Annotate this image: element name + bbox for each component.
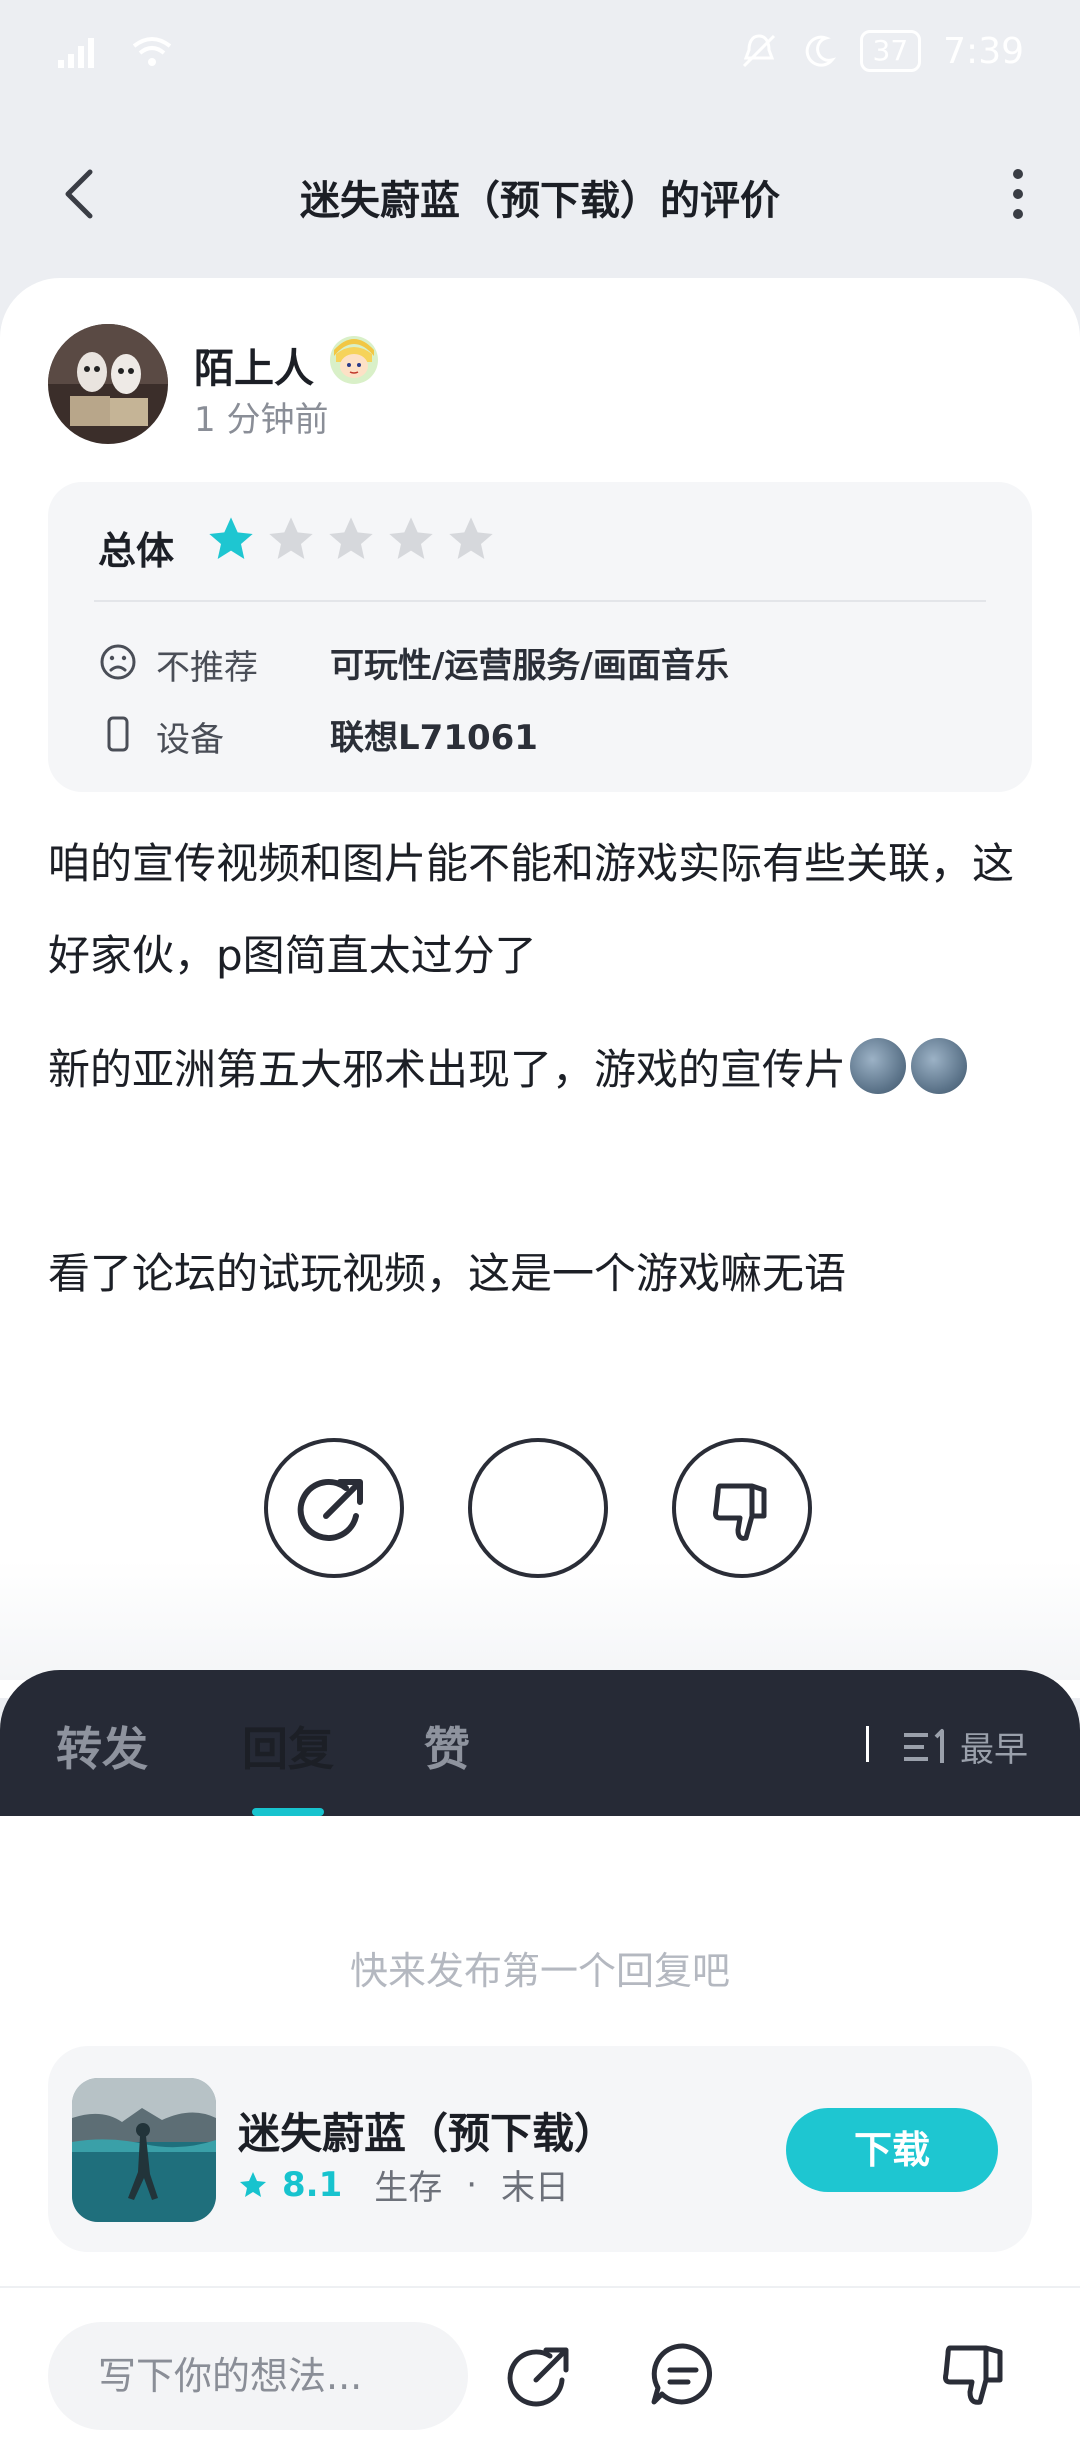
review-paragraph: 咱的宣传视频和图片能不能和游戏实际有些关联，这好家伙，p图简直太过分了 — [48, 839, 1015, 980]
star-empty-icon — [389, 517, 433, 559]
sad-face-icon — [100, 644, 136, 680]
star-empty-icon — [449, 517, 493, 559]
share-icon[interactable] — [506, 2340, 576, 2410]
star-rating — [206, 514, 496, 564]
device-label: 设备 — [156, 720, 224, 760]
tab-likes[interactable]: 赞 — [424, 1713, 470, 1779]
sort-separator — [866, 1726, 869, 1762]
rating-divider — [94, 600, 986, 602]
comment-icon[interactable] — [648, 2340, 718, 2410]
tab-repost[interactable]: 转发 — [56, 1713, 148, 1779]
page-title: 迷失蔚蓝（预下载）的评价 — [300, 178, 780, 224]
share-button[interactable] — [264, 1438, 404, 1578]
moon-icon — [805, 35, 836, 67]
sort-label: 最早 — [960, 1730, 1028, 1770]
top-nav: 迷失蔚蓝（预下载）的评价 — [0, 110, 1080, 280]
review-paragraph: 新的亚洲第五大邪术出现了，游戏的宣传片 — [48, 1024, 1032, 1116]
star-icon — [240, 2171, 266, 2197]
app-name[interactable]: 迷失蔚蓝（预下载） — [238, 2100, 616, 2161]
username[interactable]: 陌上人 — [194, 336, 314, 394]
star-empty-icon — [329, 517, 373, 559]
moon-face-emoji — [911, 1038, 968, 1094]
sort-order-icon — [904, 1728, 944, 1763]
wifi-icon — [132, 37, 172, 66]
phone-icon — [107, 716, 129, 752]
thumbs-down-icon[interactable] — [940, 2340, 1010, 2410]
recommend-tags: 可玩性/运营服务/画面音乐 — [330, 646, 729, 686]
app-icon[interactable] — [72, 2078, 216, 2222]
mute-icon — [742, 34, 775, 68]
app-score: 8.1 — [282, 2164, 343, 2205]
overall-rating-label: 总体 — [98, 529, 175, 573]
clock: 7:39 — [943, 30, 1024, 72]
star-filled-icon — [209, 517, 253, 559]
moon-face-emoji — [850, 1038, 907, 1094]
download-button[interactable]: 下载 — [786, 2108, 998, 2192]
signal-icon — [58, 38, 94, 68]
review-paragraph: 看了论坛的试玩视频，这是一个游戏嘛无语 — [48, 1249, 847, 1298]
active-tab-indicator — [252, 1808, 324, 1816]
like-button[interactable] — [468, 1438, 608, 1578]
review-time: 1 分钟前 — [194, 400, 329, 440]
app-tag: 末日 — [501, 2168, 570, 2208]
more-options-icon[interactable] — [1006, 162, 1030, 226]
review-paragraph-text: 新的亚洲第五大邪术出现了，游戏的宣传片 — [48, 1045, 847, 1094]
card-fade — [0, 1560, 1080, 1680]
battery-indicator: 37 — [859, 30, 922, 72]
sort-toggle[interactable]: 最早 — [902, 1722, 1028, 1771]
app-meta: 8.1 生存 · 末日 — [238, 2160, 569, 2209]
dislike-button[interactable] — [672, 1438, 812, 1578]
comment-input[interactable] — [48, 2322, 468, 2430]
share-icon — [297, 1479, 363, 1541]
app-tag: 生存 — [374, 2168, 443, 2208]
device-value: 联想L71061 — [330, 718, 538, 758]
avatar[interactable] — [48, 324, 168, 444]
star-empty-icon — [269, 517, 313, 559]
user-badge-icon — [330, 336, 378, 384]
status-bar: 37 7:39 — [0, 0, 1080, 110]
tag-separator: · — [466, 2164, 478, 2205]
recommend-label: 不推荐 — [156, 648, 258, 688]
thumbs-down-icon — [713, 1483, 767, 1541]
tab-replies[interactable]: 回复 — [242, 1713, 334, 1779]
empty-replies-hint: 快来发布第一个回复吧 — [349, 1949, 730, 1993]
